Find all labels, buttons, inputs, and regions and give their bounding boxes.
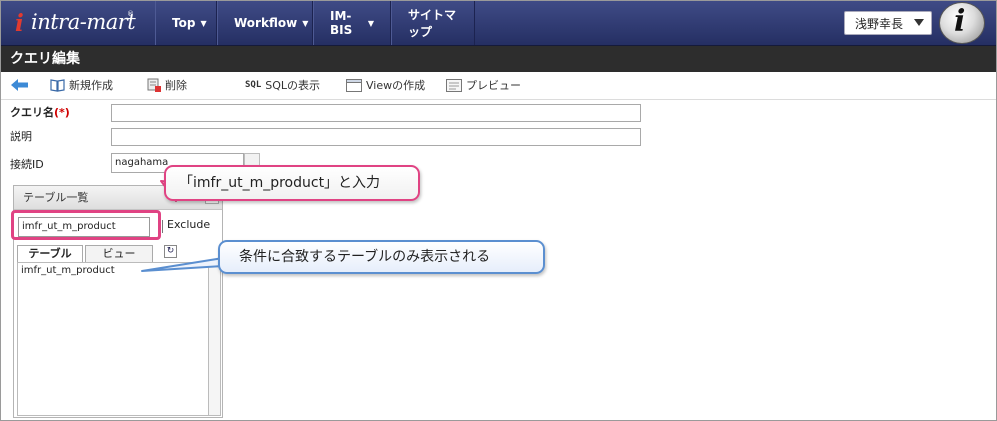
new-button[interactable]: 新規作成 (50, 76, 113, 94)
nav-workflow-label: Workflow (234, 16, 298, 30)
description-label: 説明 (10, 130, 32, 143)
delete-button[interactable]: 削除 (147, 76, 187, 94)
avatar-letter: i (954, 4, 966, 39)
required-mark: (*) (54, 106, 70, 119)
nav-im-bis[interactable]: IM-BIS ▼ (313, 1, 391, 45)
tab-view[interactable]: ビュー (85, 245, 153, 262)
toolbar: 新規作成 削除 SQL SQLの表示 Viewの作成 プレビュー (1, 72, 996, 100)
preview-button[interactable]: プレビュー (446, 76, 521, 94)
tab-table[interactable]: テーブル (17, 245, 83, 262)
sql-view-label: SQLの表示 (265, 79, 321, 92)
nav-sitemap[interactable]: サイトマップ (391, 1, 475, 45)
table-list-title: テーブル一覧 (23, 191, 89, 204)
filter-highlight (11, 210, 161, 240)
intra-mart-logo[interactable]: i intra-mart ® (9, 7, 139, 39)
user-avatar[interactable]: i (939, 2, 985, 44)
sql-icon: SQL (245, 80, 262, 90)
chevron-down-icon (914, 19, 924, 26)
global-nav: Top ▼ Workflow ▼ IM-BIS ▼ サイトマップ (155, 1, 475, 45)
preview-icon (446, 78, 462, 92)
refresh-icon[interactable]: ↻ (164, 245, 177, 258)
nav-im-bis-label: IM-BIS (330, 9, 353, 37)
query-name-input[interactable] (111, 104, 641, 122)
new-label: 新規作成 (69, 79, 113, 92)
query-name-label: クエリ名(*) (10, 104, 70, 120)
global-header: i intra-mart ® Top ▼ Workflow ▼ IM-BIS ▼ サイ… (1, 1, 996, 46)
app-window: i intra-mart ® Top ▼ Workflow ▼ IM-BIS ▼ サイ… (0, 0, 997, 421)
back-arrow-icon (11, 79, 28, 91)
registered-mark: ® (127, 10, 134, 18)
delete-icon (147, 78, 161, 92)
exclude-label: Exclude (167, 218, 211, 231)
user-name: 浅野幸長 (855, 16, 904, 31)
window-icon (346, 78, 362, 92)
create-view-label: Viewの作成 (366, 79, 426, 92)
chevron-down-icon: ▼ (302, 18, 309, 28)
page-title: クエリ編集 (1, 46, 996, 72)
callout-input-instruction: 「imfr_ut_m_product」と入力 (164, 165, 420, 201)
connection-id-label: 接続ID (10, 158, 44, 171)
logo-text: intra-mart (31, 10, 136, 34)
table-list-item[interactable]: imfr_ut_m_product (21, 265, 115, 276)
nav-top-label: Top (172, 16, 196, 30)
query-name-text: クエリ名 (10, 106, 54, 119)
logo-i-mark: i (15, 10, 24, 37)
chevron-down-icon: ▼ (200, 18, 207, 28)
table-list: imfr_ut_m_product (17, 262, 209, 416)
delete-label: 削除 (165, 79, 187, 92)
nav-sitemap-label: サイトマップ (408, 8, 457, 39)
callout-filter-result: 条件に合致するテーブルのみ表示される (218, 240, 545, 274)
user-menu-button[interactable]: 浅野幸長 (844, 11, 932, 35)
nav-top[interactable]: Top ▼ (155, 1, 217, 45)
nav-workflow[interactable]: Workflow ▼ (217, 1, 313, 45)
sql-view-button[interactable]: SQL SQLの表示 (245, 76, 320, 94)
book-icon (50, 78, 65, 92)
chevron-down-icon: ▼ (367, 18, 374, 28)
preview-label: プレビュー (466, 79, 521, 92)
back-button[interactable] (11, 76, 33, 94)
create-view-button[interactable]: Viewの作成 (346, 76, 425, 94)
description-input[interactable] (111, 128, 641, 146)
table-list-scrollbar[interactable] (208, 262, 221, 416)
